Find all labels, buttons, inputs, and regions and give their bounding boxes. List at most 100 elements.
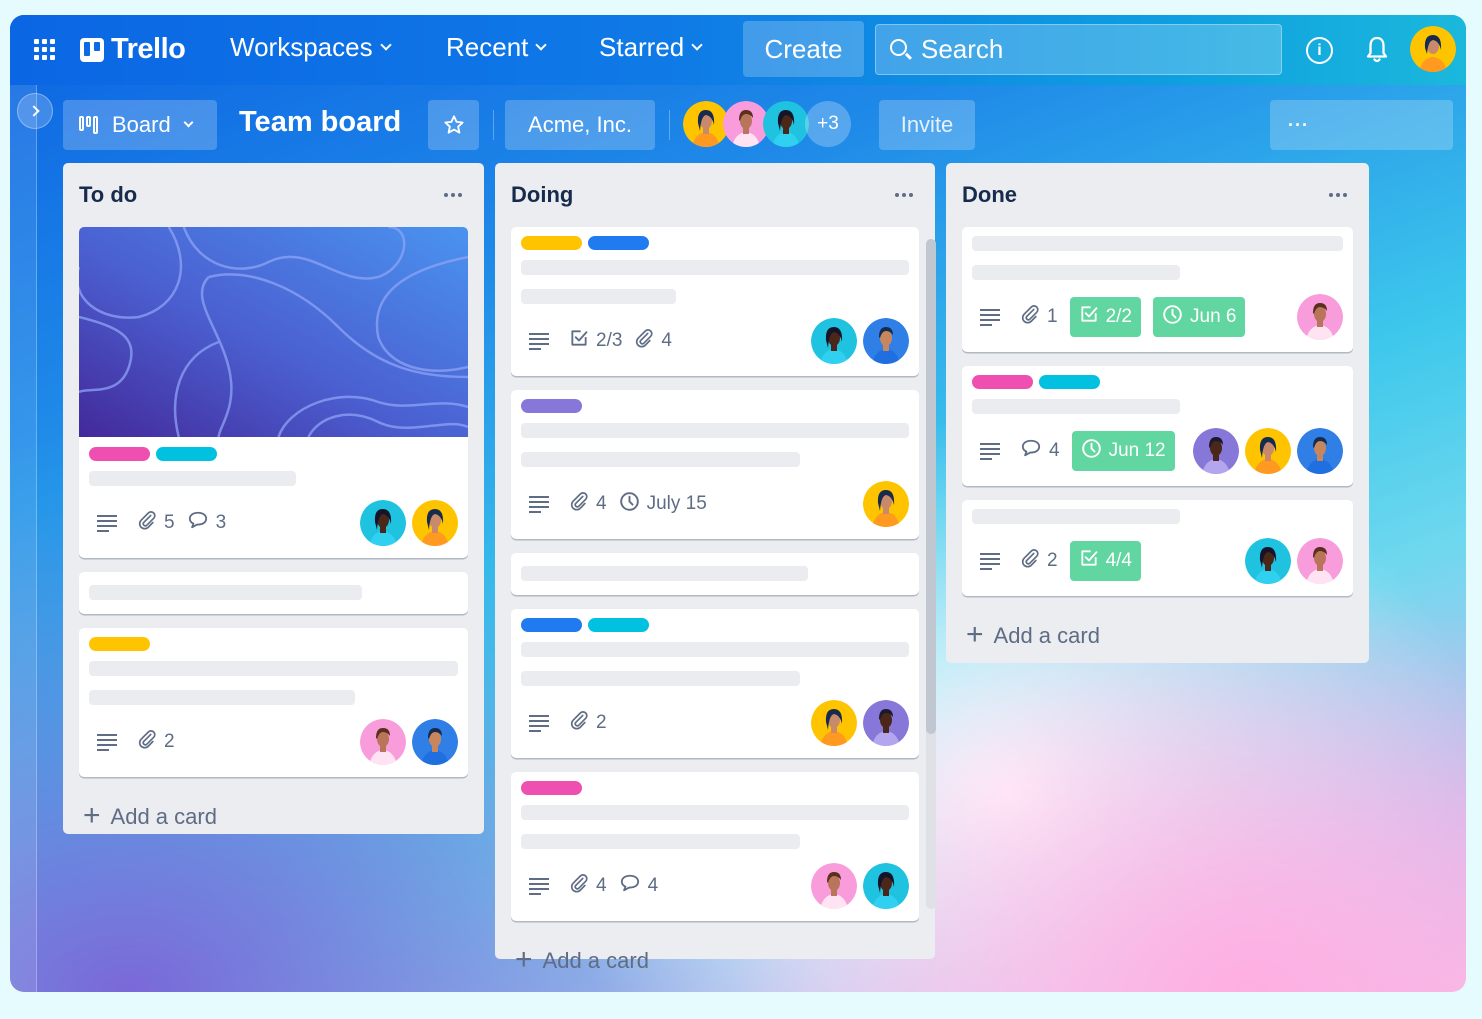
list-scrollbar[interactable] [926,239,936,909]
recent-label: Recent [446,32,529,62]
card[interactable]: 2 [511,609,919,758]
search-input[interactable] [921,34,1261,65]
list-title[interactable]: Doing [511,182,573,208]
label-pink[interactable] [972,375,1033,389]
notifications-bell-icon[interactable] [1365,35,1389,65]
app-switcher-icon[interactable] [34,39,56,61]
starred-menu[interactable]: Starred [599,32,703,63]
member-avatar[interactable] [763,101,809,147]
list-title[interactable]: Done [962,182,1017,208]
card-members [811,318,909,364]
label-blue[interactable] [521,618,582,632]
description-icon [97,514,117,532]
card[interactable]: 2/3 4 [511,227,919,376]
member-avatar[interactable] [1297,294,1343,340]
member-avatar[interactable] [1193,428,1239,474]
member-avatar[interactable] [863,863,909,909]
member-avatar[interactable] [412,500,458,546]
card-title-placeholder [521,834,801,849]
member-avatar[interactable] [360,500,406,546]
member-avatar[interactable] [811,863,857,909]
label-cyan[interactable] [156,447,217,461]
card[interactable]: 4 July 15 [511,390,919,539]
add-card-button[interactable]: + Add a card [962,610,1353,662]
label-cyan[interactable] [588,618,649,632]
checklist-icon [569,328,589,354]
card-title-placeholder [521,423,909,438]
card-title-placeholder [89,690,355,705]
paperclip-icon [137,510,157,536]
label-yellow[interactable] [89,637,150,651]
member-avatar[interactable] [863,481,909,527]
card-title-placeholder [521,805,909,820]
member-avatar[interactable] [412,719,458,765]
checklist-complete-badge[interactable]: 4/4 [1069,541,1141,581]
checklist-complete-badge[interactable]: 2/2 [1069,297,1141,337]
label-pink[interactable] [89,447,150,461]
member-avatar[interactable] [863,318,909,364]
card[interactable]: 2 [79,628,468,777]
member-avatar[interactable] [1245,538,1291,584]
due-date-complete-badge[interactable]: Jun 12 [1071,431,1175,471]
recent-menu[interactable]: Recent [446,32,548,63]
label-purple[interactable] [521,399,582,413]
card[interactable] [79,572,468,614]
card[interactable]: 2 4/4 [962,500,1353,596]
member-avatar[interactable] [811,318,857,364]
due-date-complete-badge[interactable]: Jun 6 [1153,297,1246,337]
star-board-button[interactable] [428,100,479,150]
card[interactable]: 53 [79,227,468,558]
workspaces-menu[interactable]: Workspaces [230,32,392,63]
divider [669,110,670,140]
attachments-badge: 2 [569,710,607,736]
card-title-placeholder [972,236,1343,251]
label-cyan[interactable] [1039,375,1100,389]
member-avatar[interactable] [811,700,857,746]
invite-button[interactable]: Invite [879,100,975,150]
search-box[interactable] [875,24,1282,75]
attachment-count: 5 [164,512,175,533]
board-title[interactable]: Team board [239,106,401,139]
attachments-badge: 2 [1020,548,1058,574]
label-pink[interactable] [521,781,582,795]
card-badges: 2 [521,700,909,746]
member-avatar[interactable] [1245,428,1291,474]
paperclip-icon [634,328,654,354]
member-avatar[interactable] [1297,428,1343,474]
list-menu-icon[interactable] [889,187,919,203]
list-menu-icon[interactable] [1323,187,1353,203]
board-menu-button[interactable]: ··· [1270,100,1453,150]
trello-logo[interactable]: Trello [80,33,186,66]
list-title[interactable]: To do [79,182,137,208]
card[interactable]: 44 [511,772,919,921]
due-date: July 15 [646,493,707,514]
member-avatar[interactable] [1297,538,1343,584]
workspace-button[interactable]: Acme, Inc. [505,100,655,150]
label-yellow[interactable] [521,236,582,250]
list-menu-icon[interactable] [438,187,468,203]
checklist-icon [1079,548,1099,574]
comment-count: 4 [1049,440,1060,461]
scrollbar-thumb[interactable] [926,239,936,734]
card[interactable] [511,553,919,595]
info-icon[interactable]: i [1306,37,1333,64]
current-user-avatar[interactable] [1410,26,1456,72]
list-doing: Doing 2/3 4 4 July 15 2 44 + Add a card [495,163,935,974]
due-date: Jun 6 [1190,306,1237,327]
create-button[interactable]: Create [743,21,864,77]
plus-icon: + [515,942,533,976]
trello-logo-icon [80,37,104,62]
card[interactable]: 4 Jun 12 [962,366,1353,486]
add-card-label: Add a card [542,948,649,973]
board-view-switcher[interactable]: Board [63,100,217,150]
divider [493,110,494,140]
more-members-button[interactable]: +3 [805,101,851,147]
member-avatar[interactable] [863,700,909,746]
card[interactable]: 1 2/2 Jun 6 [962,227,1353,352]
add-card-button[interactable]: + Add a card [79,791,468,843]
card-labels [972,375,1343,389]
add-card-button[interactable]: + Add a card [511,935,919,987]
expand-sidebar-button[interactable] [17,93,53,129]
label-blue[interactable] [588,236,649,250]
member-avatar[interactable] [360,719,406,765]
